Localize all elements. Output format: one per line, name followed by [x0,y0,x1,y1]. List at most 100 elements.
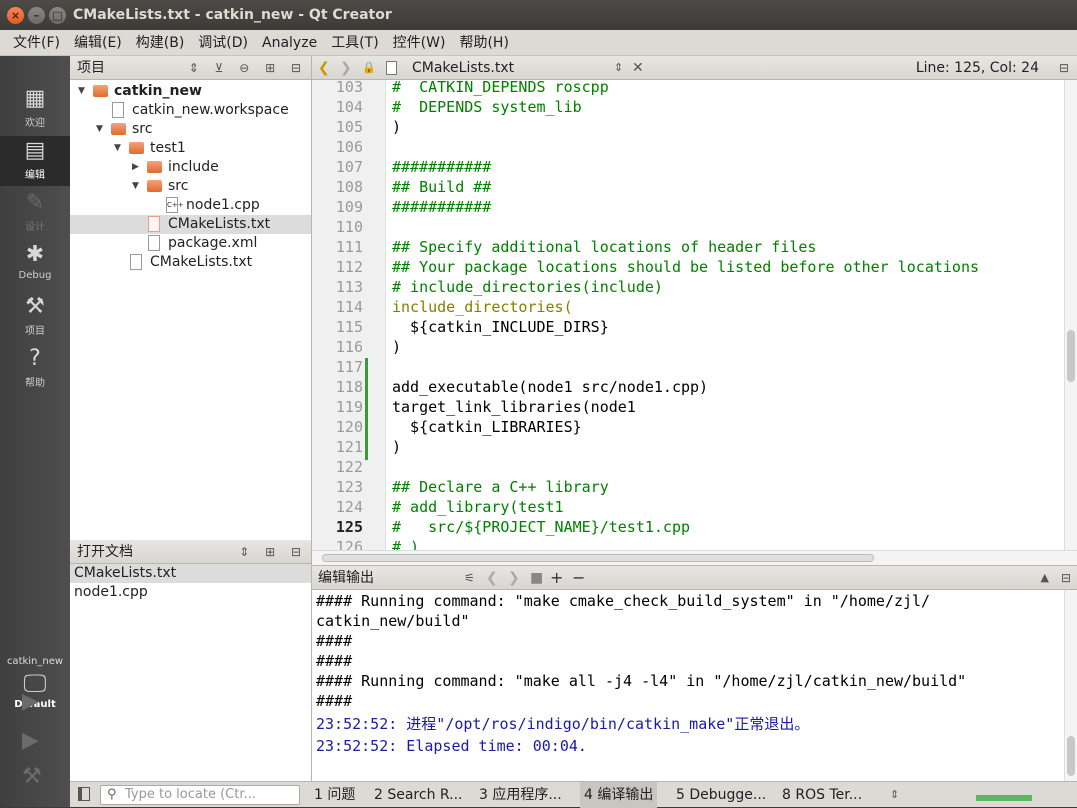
code-line: # include_directories(include) [392,278,663,296]
line-number: 115 [335,318,363,336]
code-line: # src/${PROJECT_NAME}/test1.cpp [392,518,691,536]
editor-horizontal-scrollbar[interactable] [312,550,1077,565]
close-pane-icon[interactable]: ⊟ [1061,566,1071,590]
tree-item-catkin-new[interactable]: ▼ catkin_new [70,82,311,101]
line-number: 114 [335,298,363,316]
open-doc-item[interactable]: node1.cpp [70,583,311,602]
menu-tools[interactable]: 工具(T) [325,30,386,56]
mode-help[interactable]: ? 帮助 [0,344,70,394]
mode-debug[interactable]: ✱ Debug [0,240,70,290]
close-file-icon[interactable]: ✕ [632,56,644,80]
output-line: #### [316,652,353,670]
maximize-pane-icon[interactable]: ▲ [1041,566,1049,590]
build-hammer-icon[interactable]: ⚒ [22,764,42,789]
locator-placeholder: Type to locate (Ctr... [125,787,256,802]
change-marker [365,358,368,460]
maximize-window-button[interactable]: □ [49,7,66,24]
line-number: 106 [335,138,363,156]
mode-design[interactable]: ✎ 设计 [0,188,70,238]
minimize-window-button[interactable]: – [28,7,45,24]
editor-file-name[interactable]: CMakeLists.txt [412,56,514,80]
tab-issues[interactable]: 1 问题 [312,782,357,808]
line-number: 105 [335,118,363,136]
split-icon[interactable]: ⊟ [1059,56,1069,80]
folder-icon [93,85,108,97]
projects-pane-tools[interactable]: ⇕ ⊻ ⊖ ⊞ ⊟ [189,56,307,80]
zoom-in-icon[interactable]: + [550,566,563,590]
open-documents-tools[interactable]: ⇕ ⊞ ⊟ [239,540,307,564]
folder-icon [147,180,162,192]
code-editor: ❮ ❯ 🔒 CMakeLists.txt ⇕ ✕ Line: 125, Col:… [312,56,1077,565]
line-number: 113 [335,278,363,296]
forward-arrow-icon[interactable]: ❯ [340,56,352,80]
output-scrollbar[interactable] [1064,590,1077,782]
line-number: 104 [335,98,363,116]
tree-item-node1-cpp[interactable]: C++ node1.cpp [70,196,311,215]
tab-compile-output[interactable]: 4 编译输出 [580,782,658,808]
line-number: 112 [335,258,363,276]
filter-icon[interactable]: ⚟ [464,566,475,590]
code-line: ## Declare a C++ library [392,478,609,496]
cpp-file-icon: C++ [166,197,184,213]
code-line: ## Your package locations should be list… [392,258,979,276]
menu-edit[interactable]: 编辑(E) [68,30,130,56]
locator-input[interactable]: ⚲ Type to locate (Ctr... [100,785,300,805]
pencil-icon: ✎ [25,190,45,215]
debug-run-icon[interactable]: ▶ [22,728,39,753]
line-number: 117 [335,358,363,376]
tree-item-test1-cmakelists[interactable]: CMakeLists.txt [70,215,311,234]
stop-icon[interactable]: ■ [530,566,543,590]
mode-edit[interactable]: ▤ 编辑 [0,136,70,186]
wrench-icon: ⚒ [25,294,45,319]
more-tabs-icon[interactable]: ⇕ [890,782,899,808]
code-line: # add_library(test1 [392,498,564,516]
code-area[interactable]: # CATKIN_DEPENDS roscpp # DEPENDS system… [386,80,1064,550]
menu-window[interactable]: 控件(W) [387,30,454,56]
prev-icon[interactable]: ❮ [486,566,498,590]
file-dropdown-icon[interactable]: ⇕ [614,56,623,80]
cmake-file-icon [148,216,160,232]
scrollbar-thumb[interactable] [1067,736,1075,776]
menu-build[interactable]: 构建(B) [130,30,193,56]
toggle-sidebar-icon[interactable] [78,787,90,801]
back-arrow-icon[interactable]: ❮ [318,56,330,80]
code-line: ) [392,438,402,456]
next-icon[interactable]: ❯ [508,566,520,590]
line-number: 116 [335,338,363,356]
open-documents-pane: 打开文档 ⇕ ⊞ ⊟ CMakeLists.txt node1.cpp [70,540,312,781]
code-line: ########### [392,198,492,216]
run-icon[interactable]: ▶ [22,689,39,714]
code-line: ########### [392,158,492,176]
open-documents-title: 打开文档 [77,544,133,560]
open-doc-item[interactable]: CMakeLists.txt [70,564,311,583]
code-line: ${catkin_LIBRARIES} [392,418,582,436]
menu-debug[interactable]: 调试(D) [192,30,256,56]
menu-help[interactable]: 帮助(H) [453,30,516,56]
tree-item-include[interactable]: ▶ include [70,158,311,177]
open-documents-header: 打开文档 ⇕ ⊞ ⊟ [70,540,311,564]
tree-item-src-inner[interactable]: ▼ src [70,177,311,196]
mode-welcome[interactable]: ▦ 欢迎 [0,84,70,134]
scrollbar-thumb[interactable] [322,554,874,562]
editor-vertical-scrollbar[interactable] [1064,80,1077,550]
tab-ros-terminal[interactable]: 8 ROS Ter... [780,782,864,808]
tree-item-root-cmakelists[interactable]: CMakeLists.txt [70,253,311,272]
projects-pane: 项目 ⇕ ⊻ ⊖ ⊞ ⊟ ▼ catkin_new catkin_new.work… [70,56,312,540]
menu-file[interactable]: 文件(F) [0,30,68,56]
line-number: 126 [335,538,363,550]
tree-item-package-xml[interactable]: package.xml [70,234,311,253]
mode-projects[interactable]: ⚒ 项目 [0,292,70,342]
zoom-out-icon[interactable]: − [572,566,585,590]
scrollbar-thumb[interactable] [1067,330,1075,382]
tab-search-results[interactable]: 2 Search R... [372,782,464,808]
tree-item-workspace[interactable]: catkin_new.workspace [70,101,311,120]
tab-debugger-console[interactable]: 5 Debugge... [674,782,768,808]
tree-item-src[interactable]: ▼ src [70,120,311,139]
line-number: 120 [335,418,363,436]
menu-analyze[interactable]: Analyze [256,30,325,56]
tree-item-test1[interactable]: ▼ test1 [70,139,311,158]
tab-application-output[interactable]: 3 应用程序... [477,782,564,808]
close-window-button[interactable]: × [7,7,24,24]
code-line: # CATKIN_DEPENDS roscpp [392,80,609,96]
